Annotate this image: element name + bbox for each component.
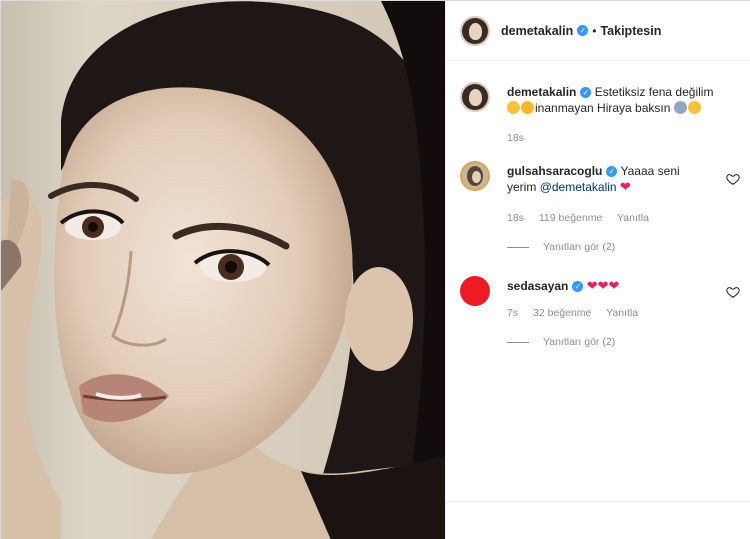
red-heart-icon: ❤❤❤ (586, 278, 620, 293)
verified-icon: ✓ (606, 166, 618, 177)
following-button[interactable]: Takiptesin (600, 24, 661, 38)
caption-time[interactable]: 18s (507, 132, 524, 144)
commenter-avatar[interactable] (460, 276, 490, 306)
caption-avatar[interactable] (460, 82, 490, 112)
author-username[interactable]: demetakalin (501, 24, 573, 38)
comments-panel: demetakalin ✓ • Takiptesin demetakalin ✓ … (445, 1, 750, 539)
comment-text: sedasayan ✓ ❤❤❤ (507, 278, 717, 294)
caption-meta: 18s (507, 132, 536, 144)
comment-likes[interactable]: 32 beğenme (533, 307, 591, 319)
view-replies[interactable]: Yanıtları gör (2) (507, 241, 615, 253)
comment-time[interactable]: 7s (507, 307, 518, 319)
worried-face-icon (687, 101, 701, 114)
commenter-username[interactable]: gulsahsaracoglu (507, 164, 602, 178)
view-replies[interactable]: Yanıtları gör (2) (507, 336, 615, 348)
replies-divider (507, 341, 529, 343)
view-replies-label[interactable]: Yanıtları gör (2) (543, 241, 615, 253)
comment-text: gulsahsaracoglu ✓ Yaaaa seni yerim @demet… (507, 163, 717, 195)
caption-text-part2: inanmayan Hiraya baksın (535, 101, 671, 115)
replies-divider (507, 246, 529, 248)
post-photo[interactable] (1, 1, 445, 539)
commenter-avatar[interactable] (460, 161, 490, 191)
comment-text-part2: yerim (507, 180, 537, 194)
post-header: demetakalin ✓ • Takiptesin (446, 1, 750, 61)
reply-button[interactable]: Yanıtla (606, 307, 638, 319)
verified-icon: ✓ (580, 87, 592, 98)
graduation-cap-icon (673, 101, 687, 114)
bee-face-icon (521, 101, 534, 114)
author-avatar[interactable] (460, 15, 490, 46)
comment-likes[interactable]: 119 beğenme (539, 212, 602, 224)
verified-icon: ✓ (572, 281, 584, 292)
mention-link[interactable]: @demetakalin (540, 180, 617, 194)
comment-text-part1: Yaaaa seni (620, 164, 680, 178)
comment-meta: 18s 119 beğenme Yanıtla (507, 212, 661, 224)
comment-time[interactable]: 18s (507, 212, 524, 224)
smiling-face-icon (507, 101, 520, 114)
instagram-post: demetakalin ✓ • Takiptesin demetakalin ✓ … (0, 0, 750, 539)
like-heart-icon[interactable] (726, 285, 740, 299)
view-replies-label[interactable]: Yanıtları gör (2) (543, 336, 615, 348)
caption-text-part1: Estetiksiz fena değilim (594, 85, 714, 99)
verified-icon: ✓ (577, 25, 589, 36)
comment-meta: 7s 32 beğenme Yanıtla (507, 307, 650, 319)
portrait-image (1, 1, 445, 539)
red-heart-icon: ❤ (619, 179, 631, 194)
caption-username[interactable]: demetakalin (507, 85, 576, 99)
separator-dot: • (592, 23, 597, 38)
reply-button[interactable]: Yanıtla (617, 212, 649, 224)
like-heart-icon[interactable] (726, 172, 740, 186)
panel-divider (446, 501, 750, 502)
caption-text: demetakalin ✓ Estetiksiz fena değilim ina… (507, 84, 717, 116)
commenter-username[interactable]: sedasayan (507, 279, 568, 293)
